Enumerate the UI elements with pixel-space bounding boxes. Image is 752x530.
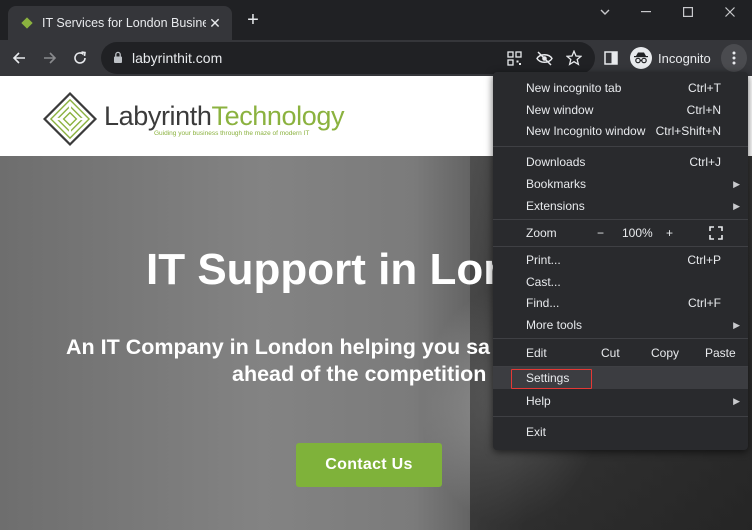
- menu-separator: [493, 219, 748, 220]
- menu-item-more-tools[interactable]: More tools ▶: [493, 314, 748, 336]
- menu-label: New Incognito window: [526, 124, 646, 138]
- paste-button[interactable]: Paste: [705, 346, 736, 360]
- menu-item-exit[interactable]: Exit: [493, 421, 748, 443]
- menu-item-find[interactable]: Find... Ctrl+F: [493, 292, 748, 314]
- submenu-arrow-icon: ▶: [733, 200, 740, 211]
- bookmark-star-icon[interactable]: [565, 49, 583, 67]
- menu-item-new-incognito-window[interactable]: New Incognito window Ctrl+Shift+N: [493, 120, 748, 142]
- menu-label: Extensions: [526, 199, 585, 213]
- zoom-level: 100%: [622, 226, 653, 240]
- logo-tagline: Guiding your business through the maze o…: [154, 130, 310, 137]
- tab-close-icon[interactable]: ✕: [206, 15, 224, 32]
- submenu-arrow-icon: ▶: [733, 319, 740, 330]
- menu-label: More tools: [526, 318, 583, 332]
- menu-item-bookmarks[interactable]: Bookmarks ▶: [493, 173, 748, 195]
- more-vert-icon: [732, 51, 736, 65]
- site-logo[interactable]: LabyrinthTechnology Guiding your busines…: [42, 91, 344, 147]
- menu-label: Zoom: [526, 226, 557, 240]
- browser-toolbar: labyrinthit.com Incognito: [0, 40, 752, 76]
- menu-item-zoom: Zoom − 100% +: [493, 222, 748, 244]
- menu-label: Downloads: [526, 155, 586, 169]
- menu-item-edit: Edit Cut Copy Paste: [493, 342, 748, 364]
- minimize-icon[interactable]: [626, 0, 666, 24]
- submenu-arrow-icon: ▶: [733, 395, 740, 406]
- tab-title: IT Services for London Business -: [42, 16, 206, 30]
- lock-icon[interactable]: [113, 51, 123, 69]
- fullscreen-icon[interactable]: [709, 226, 723, 243]
- menu-item-new-incognito-tab[interactable]: New incognito tab Ctrl+T: [493, 77, 748, 99]
- incognito-label: Incognito: [658, 50, 711, 66]
- logo-word-technology: Technology: [211, 101, 345, 131]
- menu-item-help[interactable]: Help ▶: [493, 390, 748, 412]
- tab-strip: IT Services for London Business - ✕ +: [0, 0, 752, 40]
- hero-title: IT Support in Lon: [146, 245, 511, 294]
- settings-annotation-box: [511, 369, 592, 389]
- forward-button[interactable]: [37, 45, 63, 71]
- labyrinth-logo-icon: [42, 91, 98, 147]
- menu-shortcut: Ctrl+P: [687, 253, 721, 267]
- menu-label: Edit: [526, 346, 547, 360]
- menu-separator: [493, 246, 748, 247]
- close-window-icon[interactable]: [710, 0, 750, 24]
- new-tab-button[interactable]: +: [242, 9, 264, 31]
- menu-separator: [493, 338, 748, 339]
- incognito-profile-button[interactable]: Incognito: [630, 45, 711, 71]
- menu-shortcut: Ctrl+Shift+N: [655, 124, 721, 138]
- hero-subtitle-line1: An IT Company in London helping you sa: [66, 335, 491, 359]
- menu-label: New window: [526, 103, 594, 117]
- tab-active[interactable]: IT Services for London Business - ✕: [8, 6, 232, 40]
- menu-item-new-window[interactable]: New window Ctrl+N: [493, 99, 748, 121]
- browser-window: IT Services for London Business - ✕ +: [0, 0, 752, 530]
- third-party-cookies-blocked-icon[interactable]: [535, 49, 553, 67]
- chrome-main-menu: New incognito tab Ctrl+T New window Ctrl…: [493, 72, 748, 450]
- menu-separator: [493, 146, 748, 147]
- menu-label: Find...: [526, 296, 560, 310]
- logo-word-labyrinth: Labyrinth: [104, 101, 212, 131]
- reload-button[interactable]: [67, 45, 93, 71]
- contact-us-button[interactable]: Contact Us: [296, 443, 442, 487]
- menu-item-downloads[interactable]: Downloads Ctrl+J: [493, 151, 748, 173]
- menu-shortcut: Ctrl+F: [688, 296, 721, 310]
- menu-label: New incognito tab: [526, 81, 622, 95]
- maximize-icon[interactable]: [668, 0, 708, 24]
- menu-label: Exit: [526, 425, 547, 439]
- chrome-menu-button[interactable]: [721, 44, 747, 72]
- menu-shortcut: Ctrl+J: [689, 155, 721, 169]
- menu-item-print[interactable]: Print... Ctrl+P: [493, 249, 748, 271]
- address-bar[interactable]: labyrinthit.com: [101, 42, 595, 74]
- menu-shortcut: Ctrl+T: [688, 81, 721, 95]
- menu-label: Bookmarks: [526, 177, 587, 191]
- cut-button[interactable]: Cut: [601, 346, 620, 360]
- incognito-icon: [630, 47, 652, 69]
- zoom-in-button[interactable]: +: [666, 226, 673, 240]
- side-panel-icon[interactable]: [598, 45, 624, 71]
- zoom-out-button[interactable]: −: [597, 226, 604, 240]
- copy-button[interactable]: Copy: [651, 346, 679, 360]
- qr-code-icon[interactable]: [505, 49, 523, 67]
- menu-shortcut: Ctrl+N: [686, 103, 721, 117]
- menu-label: Print...: [526, 253, 561, 267]
- menu-separator: [493, 416, 748, 417]
- menu-item-extensions[interactable]: Extensions ▶: [493, 195, 748, 217]
- back-button[interactable]: [6, 45, 32, 71]
- menu-label: Cast...: [526, 275, 561, 289]
- url-text: labyrinthit.com: [132, 50, 223, 66]
- submenu-arrow-icon: ▶: [733, 178, 740, 189]
- site-favicon-icon: [20, 16, 34, 30]
- tab-search-icon[interactable]: [585, 0, 625, 24]
- menu-label: Help: [526, 394, 551, 408]
- menu-item-cast[interactable]: Cast...: [493, 271, 748, 293]
